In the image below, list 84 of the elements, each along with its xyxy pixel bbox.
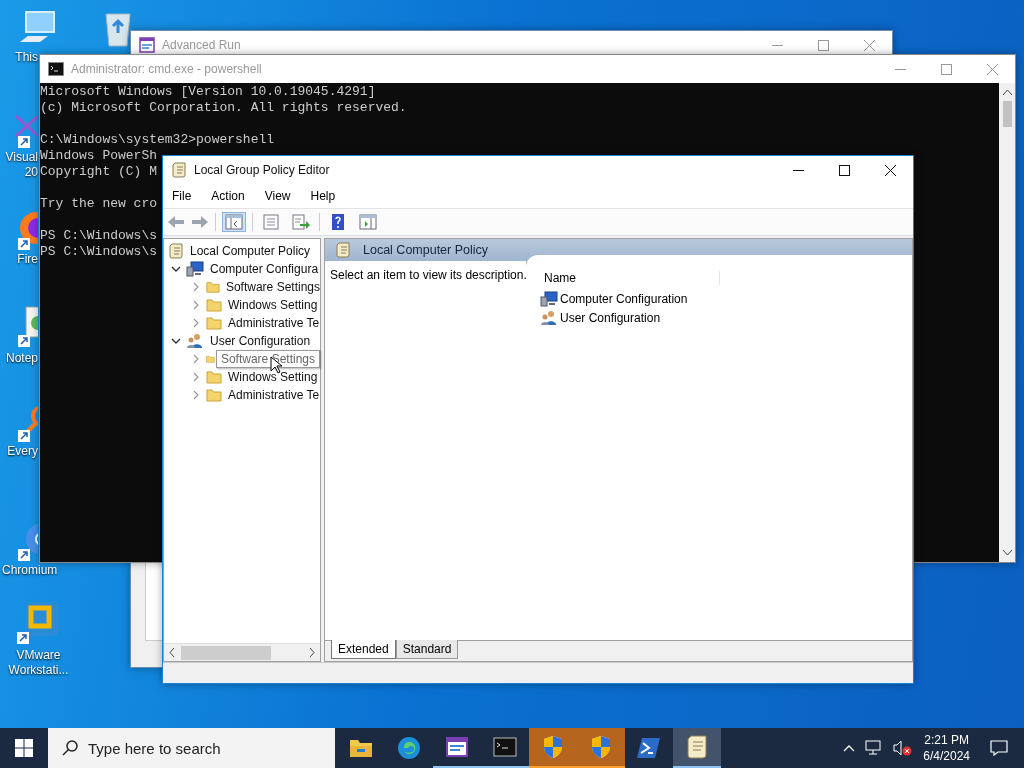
search-icon	[62, 740, 78, 756]
tree-item[interactable]: Windows Setting	[228, 298, 318, 312]
clock-time[interactable]: 2:21 PM	[924, 732, 969, 748]
scroll-up-icon[interactable]	[1002, 89, 1012, 95]
scroll-icon	[171, 162, 187, 178]
folder-icon	[206, 316, 222, 330]
console-line: PS C:\Windows\s	[40, 228, 158, 244]
folder-icon	[206, 298, 222, 312]
folder-icon	[206, 280, 220, 294]
scroll-icon	[168, 243, 184, 259]
chevron-right-icon[interactable]	[191, 318, 201, 328]
window-title: Advanced Run	[162, 38, 241, 52]
scrollbar[interactable]	[999, 83, 1015, 562]
console-line: Try the new cro	[40, 196, 158, 212]
console-line: Windows PowerSh	[40, 148, 158, 164]
console-line: PS C:\Windows\s	[40, 244, 158, 260]
scroll-right-icon[interactable]	[309, 648, 315, 657]
shield-icon	[590, 735, 612, 759]
users-icon	[540, 309, 558, 326]
window-stack-icon	[445, 736, 469, 758]
description-text: Select an item to view its description.	[325, 261, 526, 640]
scroll-left-icon[interactable]	[169, 648, 175, 657]
chevron-right-icon[interactable]	[191, 354, 201, 364]
menu-item[interactable]: File	[172, 189, 192, 203]
tree-item[interactable]: Software Settings	[225, 280, 320, 294]
menu-item[interactable]: View	[264, 189, 291, 203]
folder-icon	[206, 370, 222, 384]
tree-item[interactable]: Administrative Te	[228, 388, 320, 402]
scroll-down-icon[interactable]	[1002, 550, 1012, 556]
caret-up-icon[interactable]	[843, 744, 856, 752]
taskbar-app-button[interactable]	[673, 728, 721, 768]
tab[interactable]: Standard	[395, 640, 459, 659]
scroll-thumb[interactable]	[181, 645, 271, 660]
powershell-icon	[637, 737, 661, 759]
terminal-icon	[48, 62, 64, 76]
menu-item[interactable]: Action	[211, 189, 245, 203]
console-line: C:\Windows\system32>powershell	[40, 132, 275, 148]
list-item[interactable]: User Configuration	[560, 310, 661, 325]
search-field[interactable]: Type here to search	[48, 728, 335, 768]
console-line: (c) Microsoft Corporation. All rights reserved.	[40, 100, 407, 116]
window-title: Local Group Policy Editor	[194, 163, 330, 177]
folder-icon	[349, 738, 373, 758]
console-line: Copyright (C) M	[40, 164, 158, 180]
volume-muted-icon[interactable]	[893, 740, 914, 756]
tree-item[interactable]: Local Computer Policy	[190, 244, 311, 258]
desktop-icon-label[interactable]: VMware Workstati...	[0, 648, 76, 678]
scroll-icon	[686, 735, 708, 759]
tree-item[interactable]: Administrative Te	[228, 316, 320, 330]
window-title: Administrator: cmd.exe - powershell	[71, 62, 262, 76]
column-header[interactable]: Name	[540, 271, 720, 285]
folder-icon	[206, 388, 222, 402]
users-icon	[186, 333, 204, 349]
notifications-icon[interactable]	[990, 740, 1008, 756]
scroll-icon	[335, 242, 351, 258]
computer-icon	[540, 290, 558, 307]
pane-title: Local Computer Policy	[363, 243, 489, 257]
chevron-down-icon[interactable]	[171, 336, 181, 346]
network-icon[interactable]	[865, 740, 884, 756]
chevron-right-icon[interactable]	[191, 300, 201, 310]
view-button[interactable]	[356, 212, 380, 232]
tooltip: Software Settings	[215, 350, 320, 368]
windows-logo-icon	[15, 739, 33, 757]
clock-date[interactable]: 6/4/2024	[923, 748, 970, 764]
chevron-down-icon[interactable]	[171, 264, 181, 274]
edge-icon	[397, 736, 421, 760]
pane-toggle-button[interactable]	[222, 212, 246, 232]
computer-icon	[186, 261, 204, 277]
scroll-thumb[interactable]	[1002, 101, 1012, 127]
maximize-icon[interactable]	[839, 164, 850, 176]
menu-item[interactable]: Help	[310, 189, 336, 203]
chevron-right-icon[interactable]	[191, 372, 201, 382]
tree-item[interactable]: Computer Configura	[210, 262, 319, 276]
scrollbar[interactable]	[164, 643, 320, 661]
tab[interactable]: Extended	[331, 640, 396, 659]
console-line: Microsoft Windows [Version 10.0.19045.4291]	[40, 84, 376, 100]
chevron-right-icon[interactable]	[191, 390, 201, 400]
close-icon[interactable]	[885, 164, 896, 176]
terminal-icon	[493, 737, 517, 757]
list-item[interactable]: Computer Configuration	[560, 291, 688, 306]
tree-item[interactable]: User Configuration	[210, 334, 311, 348]
tree-item[interactable]: Windows Setting	[228, 370, 318, 384]
chevron-right-icon[interactable]	[191, 282, 201, 292]
shield-icon	[542, 735, 564, 759]
export-button[interactable]	[289, 212, 313, 232]
